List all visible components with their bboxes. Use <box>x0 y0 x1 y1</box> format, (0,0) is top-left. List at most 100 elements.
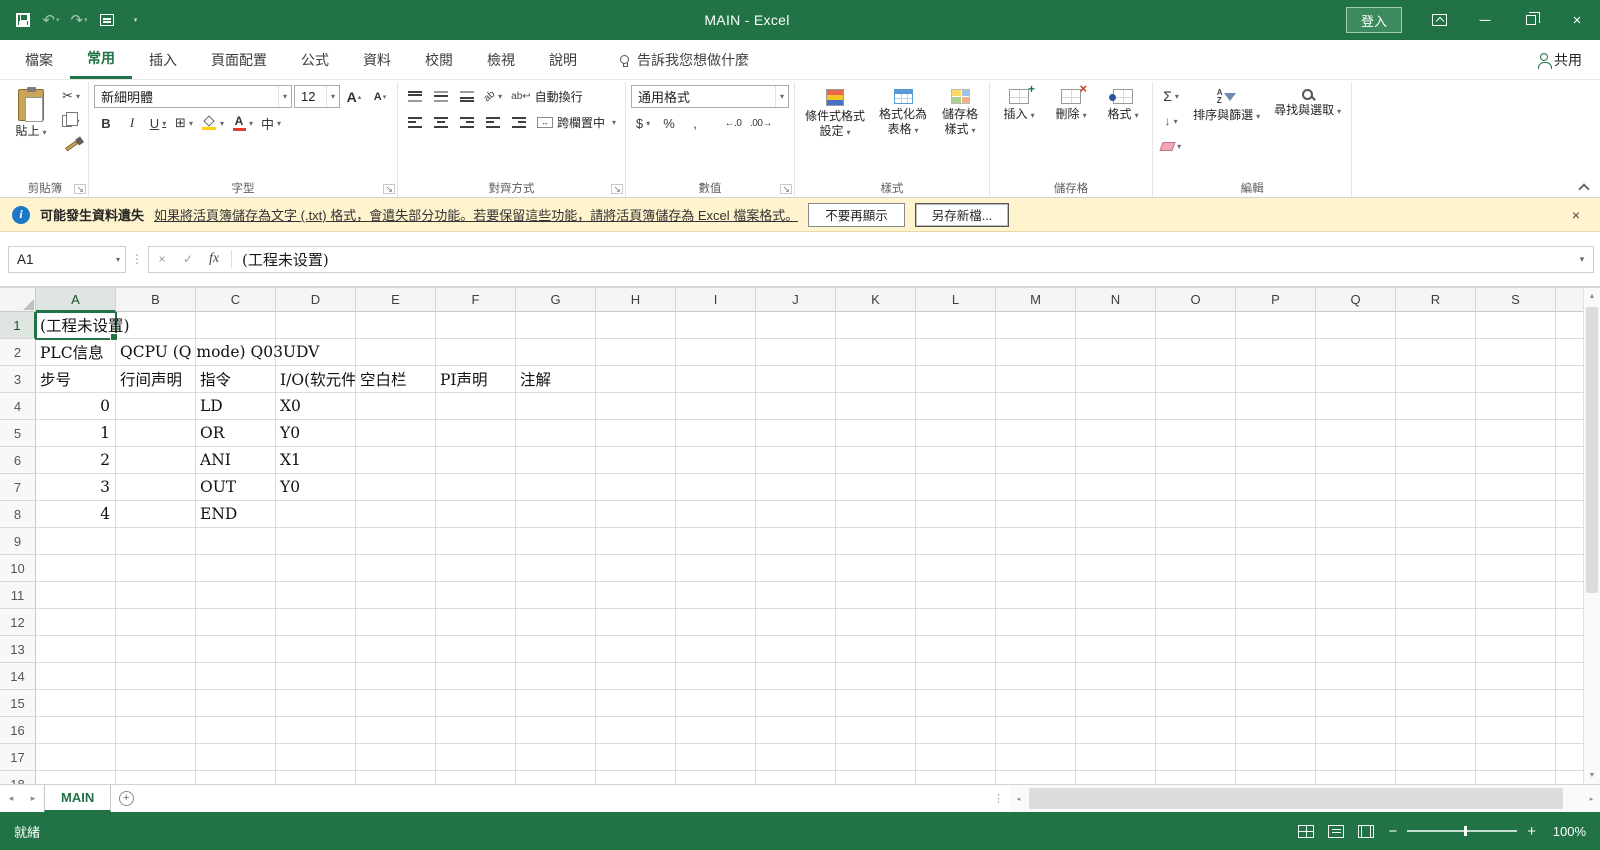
cell-G10[interactable] <box>516 555 596 582</box>
cell-A3[interactable]: 步号 <box>36 366 116 393</box>
cell-O10[interactable] <box>1156 555 1236 582</box>
row-header-18[interactable]: 18 <box>0 771 36 784</box>
cell-G12[interactable] <box>516 609 596 636</box>
cell-F9[interactable] <box>436 528 516 555</box>
cell-B15[interactable] <box>116 690 196 717</box>
cell-M16[interactable] <box>996 717 1076 744</box>
cell-G16[interactable] <box>516 717 596 744</box>
cell-O18[interactable] <box>1156 771 1236 784</box>
horizontal-scroll-thumb[interactable] <box>1029 788 1563 809</box>
cell-A18[interactable] <box>36 771 116 784</box>
cell-P2[interactable] <box>1236 339 1316 366</box>
cell-S13[interactable] <box>1476 636 1556 663</box>
cell-N3[interactable] <box>1076 366 1156 393</box>
cell-B17[interactable] <box>116 744 196 771</box>
cell-Q13[interactable] <box>1316 636 1396 663</box>
cell-Q1[interactable] <box>1316 312 1396 339</box>
cell-I17[interactable] <box>676 744 756 771</box>
cell-M4[interactable] <box>996 393 1076 420</box>
cell-E7[interactable] <box>356 474 436 501</box>
row-header-14[interactable]: 14 <box>0 663 36 690</box>
cell-C13[interactable] <box>196 636 276 663</box>
cell-J7[interactable] <box>756 474 836 501</box>
cell-K15[interactable] <box>836 690 916 717</box>
cell-R10[interactable] <box>1396 555 1476 582</box>
cell-O4[interactable] <box>1156 393 1236 420</box>
cell-D3[interactable]: I/O(软元件) <box>276 366 356 393</box>
cell-S1[interactable] <box>1476 312 1556 339</box>
cell-N11[interactable] <box>1076 582 1156 609</box>
cell-A13[interactable] <box>36 636 116 663</box>
column-header-F[interactable]: F <box>436 288 516 312</box>
cell-D15[interactable] <box>276 690 356 717</box>
comma-style-button[interactable]: , <box>683 112 707 134</box>
cell-L5[interactable] <box>916 420 996 447</box>
sheet-nav-right-button[interactable]: ▸ <box>22 785 44 812</box>
cell-L3[interactable] <box>916 366 996 393</box>
cell-H15[interactable] <box>596 690 676 717</box>
cell-G7[interactable] <box>516 474 596 501</box>
cell-K14[interactable] <box>836 663 916 690</box>
cell-Q3[interactable] <box>1316 366 1396 393</box>
cell-C15[interactable] <box>196 690 276 717</box>
cell-M6[interactable] <box>996 447 1076 474</box>
font-name-select[interactable]: 新細明體 <box>94 85 292 108</box>
cell-B9[interactable] <box>116 528 196 555</box>
cell-K2[interactable] <box>836 339 916 366</box>
cell-C7[interactable]: OUT <box>196 474 276 501</box>
save-as-button[interactable]: 另存新檔... <box>915 203 1009 227</box>
cell-K12[interactable] <box>836 609 916 636</box>
formula-bar[interactable]: × ✓ fx (工程未设置) <box>148 246 1594 273</box>
cell-F11[interactable] <box>436 582 516 609</box>
cell-C17[interactable] <box>196 744 276 771</box>
cell-C16[interactable] <box>196 717 276 744</box>
cell-O5[interactable] <box>1156 420 1236 447</box>
format-cells-button[interactable]: 格式 <box>1099 85 1147 125</box>
undo-button[interactable]: ↶▾ <box>38 6 64 34</box>
cell-S7[interactable] <box>1476 474 1556 501</box>
cell-L7[interactable] <box>916 474 996 501</box>
column-header-M[interactable]: M <box>996 288 1076 312</box>
cell-F14[interactable] <box>436 663 516 690</box>
minimize-button[interactable]: ─ <box>1462 0 1508 40</box>
cell-C12[interactable] <box>196 609 276 636</box>
scroll-left-button[interactable]: ◂ <box>1010 785 1027 812</box>
sign-in-button[interactable]: 登入 <box>1346 7 1402 33</box>
cell-O2[interactable] <box>1156 339 1236 366</box>
cell-E3[interactable]: 空白栏 <box>356 366 436 393</box>
cell-H4[interactable] <box>596 393 676 420</box>
cell-G9[interactable] <box>516 528 596 555</box>
cell-N7[interactable] <box>1076 474 1156 501</box>
normal-view-button[interactable] <box>1298 825 1314 838</box>
ribbon-tab-資料[interactable]: 資料 <box>346 40 408 79</box>
cell-N5[interactable] <box>1076 420 1156 447</box>
cell-D6[interactable]: X1 <box>276 447 356 474</box>
cell-C11[interactable] <box>196 582 276 609</box>
cell-A9[interactable] <box>36 528 116 555</box>
cell-H12[interactable] <box>596 609 676 636</box>
cell-A10[interactable] <box>36 555 116 582</box>
cell-J8[interactable] <box>756 501 836 528</box>
column-header-R[interactable]: R <box>1396 288 1476 312</box>
cell-J9[interactable] <box>756 528 836 555</box>
accounting-format-button[interactable]: $ <box>631 112 655 134</box>
cell-F2[interactable] <box>436 339 516 366</box>
name-box-caret-icon[interactable] <box>111 247 125 272</box>
column-header-G[interactable]: G <box>516 288 596 312</box>
formula-bar-expand-icon[interactable] <box>1571 247 1593 272</box>
cell-R6[interactable] <box>1396 447 1476 474</box>
ribbon-display-options-button[interactable] <box>1416 0 1462 40</box>
cell-D17[interactable] <box>276 744 356 771</box>
cell-N2[interactable] <box>1076 339 1156 366</box>
cell-H14[interactable] <box>596 663 676 690</box>
increase-indent-button[interactable] <box>507 111 531 133</box>
increase-font-button[interactable]: A <box>342 86 366 108</box>
formula-bar-splitter[interactable]: ⋮ <box>126 252 148 266</box>
column-header-P[interactable]: P <box>1236 288 1316 312</box>
cell-styles-button[interactable]: 儲存格樣式 <box>936 85 984 140</box>
cell-N12[interactable] <box>1076 609 1156 636</box>
bottom-align-button[interactable] <box>455 85 479 107</box>
cell-H7[interactable] <box>596 474 676 501</box>
cell-K11[interactable] <box>836 582 916 609</box>
cell-F10[interactable] <box>436 555 516 582</box>
